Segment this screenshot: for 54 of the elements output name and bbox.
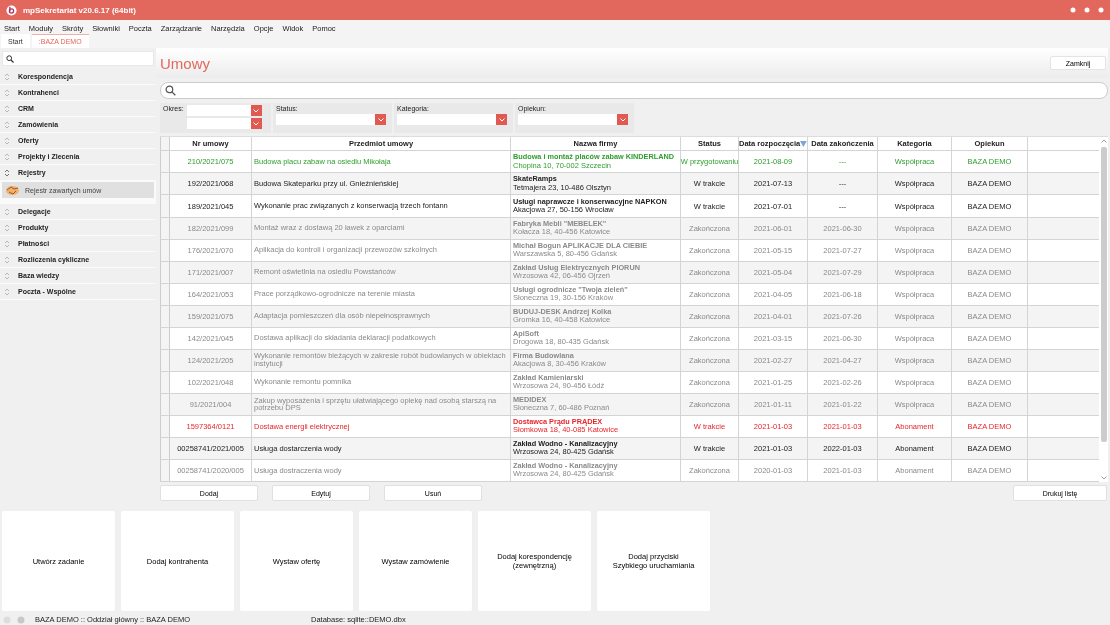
search-icon xyxy=(165,85,176,96)
chevron-down-icon xyxy=(253,121,260,126)
scroll-up-icon[interactable] xyxy=(1100,139,1107,143)
handshake-icon xyxy=(5,183,20,197)
row-header-cell[interactable] xyxy=(160,438,170,460)
row-header-cell[interactable] xyxy=(160,305,170,327)
expand-icon xyxy=(4,207,10,216)
sort-icon xyxy=(800,140,807,147)
app-logo-icon xyxy=(6,4,17,16)
chevron-down-icon xyxy=(498,117,505,122)
row-header-cell[interactable] xyxy=(160,239,170,261)
expand-icon xyxy=(4,239,10,248)
row-header-cell[interactable] xyxy=(160,261,170,283)
search-field[interactable] xyxy=(160,82,1108,99)
row-header-cell[interactable] xyxy=(160,195,170,217)
row-header-cell[interactable] xyxy=(160,173,170,195)
row-header-cell[interactable] xyxy=(160,460,170,482)
dropdown[interactable] xyxy=(397,114,507,125)
expand-icon xyxy=(4,287,10,296)
row-header-cell[interactable] xyxy=(160,415,170,437)
maximize-icon[interactable] xyxy=(1084,7,1090,13)
row-header-cell[interactable] xyxy=(160,151,170,173)
close-icon[interactable] xyxy=(1098,7,1104,13)
chevron-down-icon xyxy=(253,108,260,113)
dropdown[interactable] xyxy=(186,105,262,116)
status-dot-icon xyxy=(17,615,25,624)
collapse-icon xyxy=(4,168,10,177)
expand-icon xyxy=(4,72,10,81)
page-title: Umowy xyxy=(160,54,210,72)
expand-icon xyxy=(4,120,10,129)
dropdown[interactable] xyxy=(186,118,262,129)
expand-icon xyxy=(4,136,10,145)
search-field[interactable] xyxy=(2,51,154,66)
search-icon xyxy=(6,54,14,63)
scrollbar[interactable] xyxy=(1099,137,1108,482)
chevron-down-icon xyxy=(377,117,384,122)
expand-icon xyxy=(4,255,10,264)
expand-icon xyxy=(4,104,10,113)
minimize-icon[interactable] xyxy=(1070,7,1076,13)
expand-icon xyxy=(4,88,10,97)
row-header-cell[interactable] xyxy=(160,393,170,415)
row-header-cell[interactable] xyxy=(160,349,170,371)
row-header-cell[interactable] xyxy=(160,217,170,239)
window-title: mpSekretariat v20.6.17 (64bit) xyxy=(23,5,136,15)
row-header-cell[interactable] xyxy=(160,283,170,305)
expand-icon xyxy=(4,223,10,232)
dropdown[interactable] xyxy=(276,114,386,125)
expand-icon xyxy=(4,271,10,280)
row-header-cell[interactable] xyxy=(160,327,170,349)
dropdown[interactable] xyxy=(518,114,628,125)
row-header-cell[interactable] xyxy=(160,371,170,393)
scroll-down-icon[interactable] xyxy=(1100,476,1107,480)
expand-icon xyxy=(4,152,10,161)
chevron-down-icon xyxy=(619,117,626,122)
